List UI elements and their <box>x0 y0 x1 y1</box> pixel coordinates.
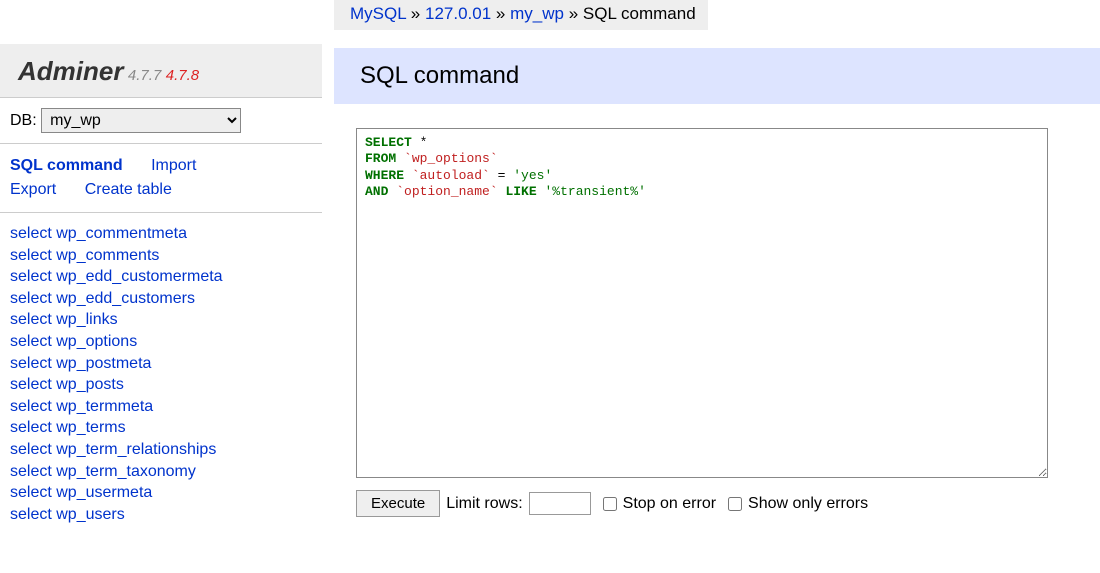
table-link[interactable]: select wp_commentmeta <box>10 223 312 245</box>
table-link[interactable]: select wp_term_relationships <box>10 439 312 461</box>
table-link[interactable]: select wp_edd_customermeta <box>10 266 312 288</box>
link-create-table[interactable]: Create table <box>85 181 172 198</box>
table-link[interactable]: select wp_postmeta <box>10 353 312 375</box>
bc-sep: » <box>411 4 420 23</box>
link-import[interactable]: Import <box>151 157 196 174</box>
table-link[interactable]: select wp_term_taxonomy <box>10 461 312 483</box>
db-select[interactable]: my_wp <box>41 108 241 133</box>
bc-db[interactable]: my_wp <box>510 4 564 23</box>
table-link[interactable]: select wp_termmeta <box>10 396 312 418</box>
table-link[interactable]: select wp_posts <box>10 374 312 396</box>
show-only-errors-checkbox[interactable] <box>728 497 742 511</box>
bc-host[interactable]: 127.0.01 <box>425 4 491 23</box>
bc-page: SQL command <box>583 4 696 23</box>
table-link[interactable]: select wp_comments <box>10 245 312 267</box>
link-sql-command[interactable]: SQL command <box>10 157 123 174</box>
table-link[interactable]: select wp_links <box>10 309 312 331</box>
version-new[interactable]: 4.7.8 <box>166 67 199 84</box>
table-link[interactable]: select wp_usermeta <box>10 482 312 504</box>
limit-rows-label: Limit rows: <box>446 495 522 513</box>
table-link[interactable]: select wp_users <box>10 504 312 526</box>
app-name: Adminer <box>18 56 123 86</box>
breadcrumb: MySQL » 127.0.01 » my_wp » SQL command <box>334 0 708 30</box>
table-link[interactable]: select wp_options <box>10 331 312 353</box>
bc-sep: » <box>496 4 505 23</box>
show-only-errors-label: Show only errors <box>748 495 868 513</box>
db-label: DB: <box>10 112 37 129</box>
limit-rows-input[interactable] <box>529 492 591 515</box>
stop-on-error-checkbox[interactable] <box>603 497 617 511</box>
sql-textarea[interactable]: SELECT * FROM `wp_options` WHERE `autolo… <box>356 128 1048 478</box>
logo: Adminer 4.7.7 4.7.8 <box>0 44 322 98</box>
bc-engine[interactable]: MySQL <box>350 4 406 23</box>
stop-on-error-label: Stop on error <box>623 495 716 513</box>
bc-sep: » <box>569 4 578 23</box>
table-list: select wp_commentmeta select wp_comments… <box>0 213 322 535</box>
page-title: SQL command <box>360 62 1074 90</box>
table-link[interactable]: select wp_edd_customers <box>10 288 312 310</box>
link-export[interactable]: Export <box>10 181 56 198</box>
version-current: 4.7.7 <box>128 67 161 84</box>
table-link[interactable]: select wp_terms <box>10 417 312 439</box>
execute-button[interactable]: Execute <box>356 490 440 517</box>
